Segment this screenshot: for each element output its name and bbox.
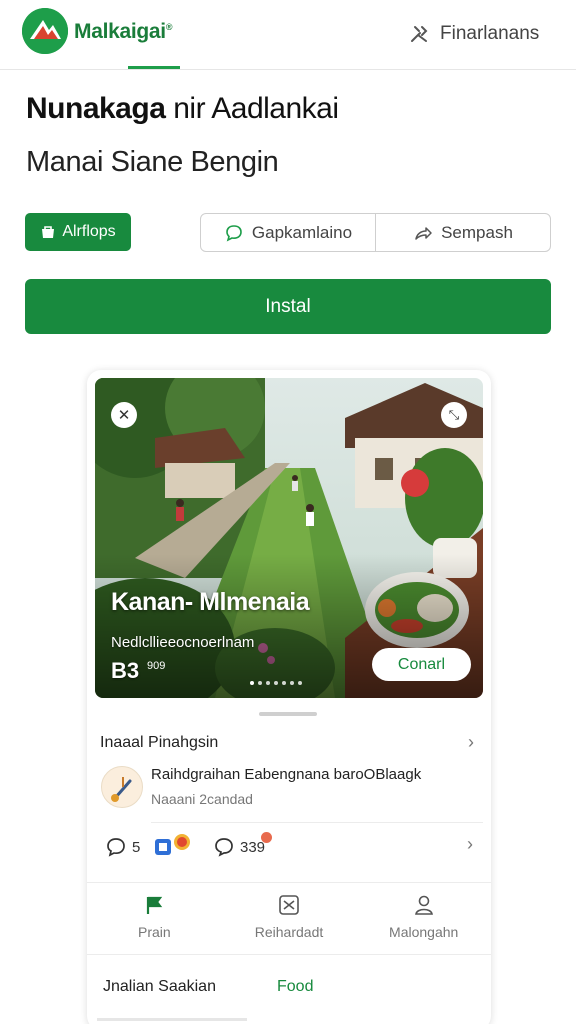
person-icon [414,895,433,915]
carousel-dot[interactable] [274,681,278,685]
page-subtitle: Manai Siane Bengin [26,146,279,178]
flag-icon [147,896,163,914]
card-nav: Prain Reihardadt Malongahn [87,890,491,950]
chevron-right-icon[interactable]: › [468,732,474,753]
nav-label: Malongahn [389,924,459,940]
close-icon[interactable]: ✕ [111,402,137,428]
nav-item-malongahn[interactable]: Malongahn [356,890,491,950]
divider [87,882,491,883]
carousel-dots[interactable] [250,681,302,685]
comment-button[interactable]: Gapkamlaino [201,214,375,251]
tab-food[interactable]: Food [277,978,313,996]
carousel-dot[interactable] [282,681,286,685]
share-icon [415,226,432,240]
hero-subtitle: Nedlcllieeocnoerlnam [111,634,255,651]
apps-button-label: Alrflops [62,223,116,240]
carousel-dot[interactable] [266,681,270,685]
chevron-right-icon[interactable]: › [467,834,473,855]
comment-count: 5 [132,838,141,856]
swap-icon [279,895,299,915]
post-title[interactable]: Raihdgraihan Eabengnana baroOBlaagk [151,766,421,783]
bottom-tabs: Jnalian Saakian Food [87,968,491,998]
reply-count-button[interactable]: 339 [213,836,265,858]
bag-icon [42,226,55,238]
nav-item-reihardadt[interactable]: Reihardadt [222,890,357,950]
avatar[interactable] [101,766,143,808]
hero-rating-count: 909 [147,660,166,672]
hero-cta-button[interactable]: Conarl [372,648,471,681]
brand-sup: ® [165,22,173,32]
comment-count-button[interactable]: 5 [105,836,140,858]
brand-label: Malkaigai [74,20,166,43]
nav-item-prain[interactable]: Prain [87,890,222,950]
reaction-badges[interactable] [153,834,192,858]
tab-indicator [97,1018,247,1021]
notification-badge [261,832,272,843]
carousel-dot[interactable] [298,681,302,685]
hero-image[interactable]: ✕ ⤡ Kanan- Mlmenaia Nedlcllieeocnoerlnam… [95,378,483,698]
chat-icon [226,224,242,242]
comment-icon [107,838,125,857]
active-tab-indicator [128,66,180,69]
tab-left[interactable]: Jnalian Saakian [103,978,216,996]
apps-button[interactable]: Alrflops [25,213,131,251]
page-title-rest: nir Aadlankai [165,92,339,125]
reactions-row: 5 339 › [105,832,477,862]
carousel-dot[interactable] [250,681,254,685]
install-button[interactable]: Instal [25,279,551,334]
hero-rating: B3 [111,658,140,683]
reply-icon [215,838,233,857]
more-icon[interactable]: ⤡ [441,402,467,428]
emoji-icon [174,834,190,850]
page-title-bold: Nunakaga [26,92,166,125]
top-bar: Malkaigai® Finarlanans [0,0,576,70]
brand-name: Malkaigai® [74,20,173,44]
settings-label: Finarlanans [440,23,540,44]
share-button[interactable]: Sempash [375,214,550,251]
carousel-dot[interactable] [290,681,294,685]
action-segment: Gapkamlaino Sempash [200,213,551,252]
carousel-dot[interactable] [258,681,262,685]
post-meta: Naaani 2candad [151,791,253,807]
comment-button-label: Gapkamlaino [251,222,353,242]
page-title: Nunakaga nir Aadlankai [26,92,339,126]
brush-icon [111,777,132,802]
divider [151,822,483,823]
feature-card: ✕ ⤡ Kanan- Mlmenaia Nedlcllieeocnoerlnam… [87,370,491,1024]
reply-count: 339 [240,838,266,856]
nav-label: Prain [137,924,171,940]
nav-label: Reihardadt [254,924,324,940]
share-button-label: Sempash [441,222,513,242]
app-logo-icon[interactable] [22,8,68,54]
divider [87,954,491,955]
tools-icon [411,26,428,42]
settings-button[interactable]: Finarlanans [408,22,539,46]
hero-title: Kanan- Mlmenaia [111,588,310,616]
section-title[interactable]: Inaaal Pinahgsin [100,734,218,752]
drag-handle[interactable] [259,712,317,716]
